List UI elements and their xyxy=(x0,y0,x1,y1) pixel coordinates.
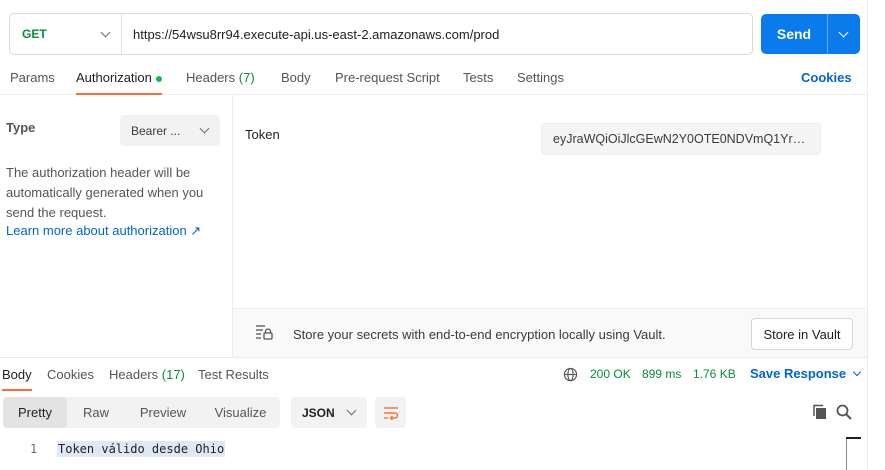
response-time[interactable]: 899 ms xyxy=(642,367,681,381)
scrollbar-track[interactable] xyxy=(846,437,847,470)
auth-type-label: Type xyxy=(6,120,36,135)
tab-response-headers[interactable]: Headers (17) xyxy=(109,367,185,391)
tab-params[interactable]: Params xyxy=(10,70,55,95)
view-mode-segments: Pretty Raw Preview Visualize xyxy=(3,397,280,428)
request-tabs: Params Authorization Headers (7) Body Pr… xyxy=(0,62,868,95)
tab-settings[interactable]: Settings xyxy=(517,70,564,95)
cookies-link[interactable]: Cookies xyxy=(801,70,852,85)
tab-label: Test Results xyxy=(198,367,269,382)
tab-label: Headers xyxy=(186,70,236,85)
tab-label: Authorization xyxy=(76,70,152,85)
chevron-down-icon[interactable] xyxy=(838,27,849,37)
tab-label: Body xyxy=(281,70,311,85)
tab-label: Params xyxy=(10,70,55,85)
response-body-editor[interactable]: 1 Token válido desde Ohio xyxy=(0,435,868,470)
send-button[interactable]: Send xyxy=(761,14,860,54)
send-label: Send xyxy=(776,26,812,42)
tab-tests[interactable]: Tests xyxy=(463,70,493,95)
wrap-lines-icon xyxy=(383,406,398,420)
code-line[interactable]: Token válido desde Ohio xyxy=(57,441,226,457)
view-visualize[interactable]: Visualize xyxy=(201,397,280,428)
tab-label: Settings xyxy=(517,70,564,85)
globe-icon[interactable] xyxy=(563,367,578,382)
status-dot-icon xyxy=(155,75,162,82)
format-value: JSON xyxy=(302,405,335,420)
tab-label: Body xyxy=(2,367,32,382)
token-value: eyJraWQiOiJlcGEwN2Y0OTE0NDVmQ1YrUzZGcEVr… xyxy=(553,132,809,146)
tab-label: Cookies xyxy=(47,367,94,382)
method-select[interactable]: GET xyxy=(10,14,122,54)
tab-count: (17) xyxy=(161,367,185,382)
send-divider xyxy=(827,14,828,54)
token-input[interactable]: eyJraWQiOiJlcGEwN2Y0OTE0NDVmQ1YrUzZGcEVr… xyxy=(541,123,821,155)
auth-fields-panel: Token eyJraWQiOiJlcGEwN2Y0OTE0NDVmQ1YrUz… xyxy=(233,95,868,308)
tab-label: Headers xyxy=(109,367,159,382)
panel-divider xyxy=(867,0,868,470)
search-icon[interactable] xyxy=(836,404,852,420)
vault-icon xyxy=(256,325,273,340)
format-select[interactable]: JSON xyxy=(291,397,367,428)
chevron-down-icon xyxy=(100,27,111,37)
tab-response-cookies[interactable]: Cookies xyxy=(47,367,94,391)
tab-label: Tests xyxy=(463,70,494,85)
auth-description: The authorization header will be automat… xyxy=(6,165,204,220)
view-preview[interactable]: Preview xyxy=(125,397,201,428)
tab-label: Pre-request Script xyxy=(335,70,440,85)
chevron-down-icon xyxy=(852,367,862,377)
learn-more-link[interactable]: Learn more about authorization ↗ xyxy=(6,223,201,239)
response-view-bar: Pretty Raw Preview Visualize JSON xyxy=(0,390,868,435)
url-input[interactable]: https://54wsu8rr94.execute-api.us-east-2… xyxy=(122,27,499,42)
url-bar: GET https://54wsu8rr94.execute-api.us-ea… xyxy=(9,13,753,55)
tab-body[interactable]: Body xyxy=(281,70,311,95)
chevron-down-icon xyxy=(199,123,210,134)
view-pretty[interactable]: Pretty xyxy=(3,397,67,428)
method-label: GET xyxy=(22,27,47,41)
auth-type-value: Bearer ... xyxy=(131,123,181,138)
save-response-label: Save Response xyxy=(750,366,847,381)
token-label: Token xyxy=(245,127,280,142)
response-tabs: Body Cookies Headers (17) Test Results 2… xyxy=(0,357,868,391)
response-size[interactable]: 1.76 KB xyxy=(693,367,736,381)
vault-banner: Store your secrets with end-to-end encry… xyxy=(233,308,868,357)
chevron-down-icon xyxy=(346,405,357,416)
tab-test-results[interactable]: Test Results xyxy=(198,367,269,391)
wrap-lines-button[interactable] xyxy=(375,397,406,428)
vault-message: Store your secrets with end-to-end encry… xyxy=(293,327,666,342)
tab-response-body[interactable]: Body xyxy=(2,367,32,391)
line-number: 1 xyxy=(30,442,38,456)
tab-authorization[interactable]: Authorization xyxy=(76,70,162,95)
save-response-button[interactable]: Save Response xyxy=(750,366,862,381)
tab-pre-request-script[interactable]: Pre-request Script xyxy=(335,70,440,95)
copy-icon[interactable] xyxy=(812,404,828,420)
status-code[interactable]: 200 OK xyxy=(590,367,631,381)
auth-type-panel: Type Bearer ... The authorization header… xyxy=(0,95,233,357)
scrollbar-thumb[interactable] xyxy=(846,437,861,439)
tab-headers[interactable]: Headers (7) xyxy=(186,70,255,95)
auth-type-select[interactable]: Bearer ... xyxy=(120,115,220,146)
view-raw[interactable]: Raw xyxy=(67,397,125,428)
tab-count: (7) xyxy=(238,70,255,85)
store-in-vault-button[interactable]: Store in Vault xyxy=(751,318,853,350)
